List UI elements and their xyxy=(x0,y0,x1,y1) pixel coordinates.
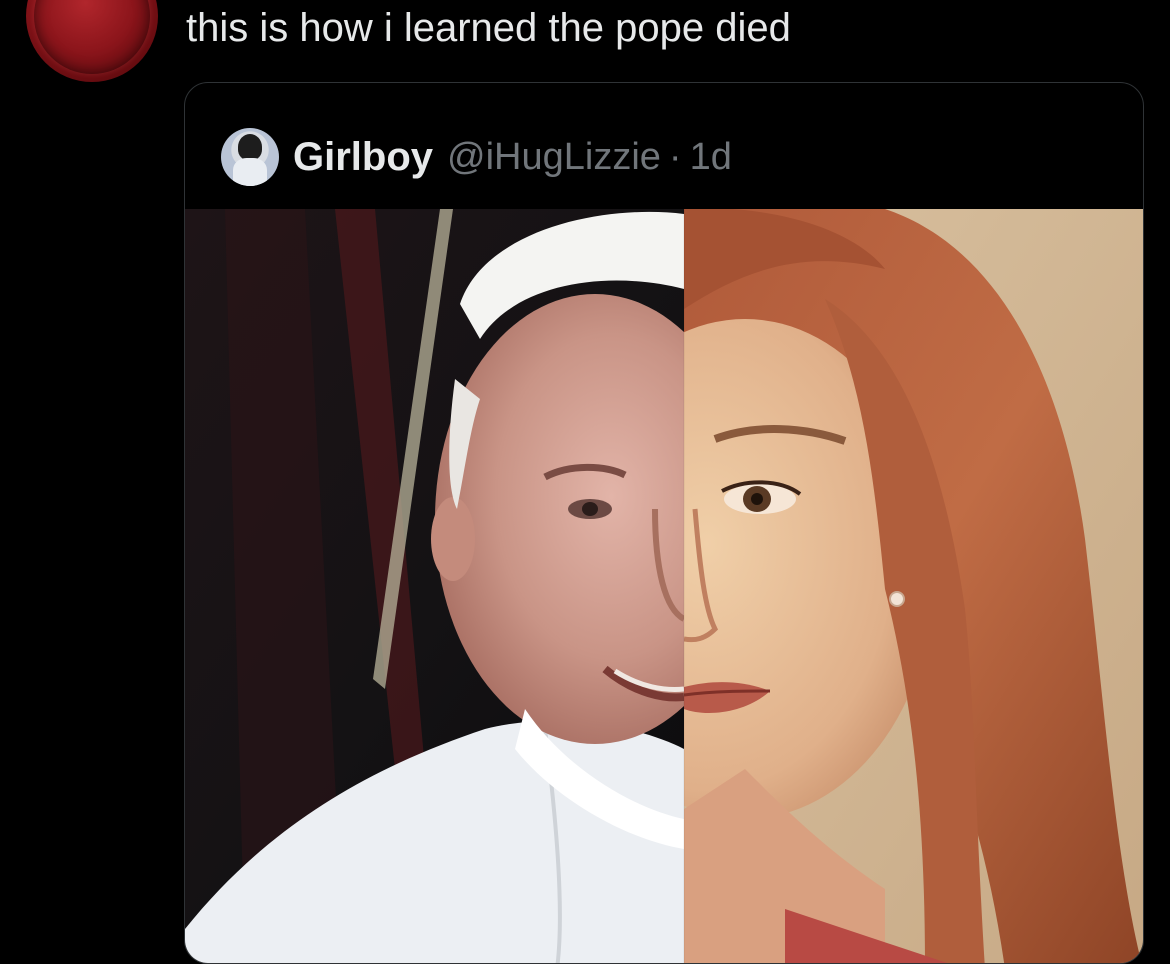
quoted-post-card[interactable]: Girlboy @iHugLizzie · 1d xyxy=(184,82,1144,964)
author-avatar[interactable] xyxy=(26,0,158,82)
split-face-photo xyxy=(185,209,1143,963)
quoted-post-header: Girlboy @iHugLizzie · 1d xyxy=(221,127,732,187)
red-wax-seal-icon xyxy=(34,0,150,74)
quoted-display-name[interactable]: Girlboy xyxy=(293,135,433,180)
separator-dot: · xyxy=(668,135,682,178)
quoted-timestamp[interactable]: 1d xyxy=(690,136,732,179)
post-text: this is how i learned the pope died xyxy=(186,6,791,50)
quoted-handle[interactable]: @iHugLizzie xyxy=(447,136,661,179)
quoted-media-image[interactable] xyxy=(185,209,1143,963)
user-avatar-icon[interactable] xyxy=(221,128,279,186)
